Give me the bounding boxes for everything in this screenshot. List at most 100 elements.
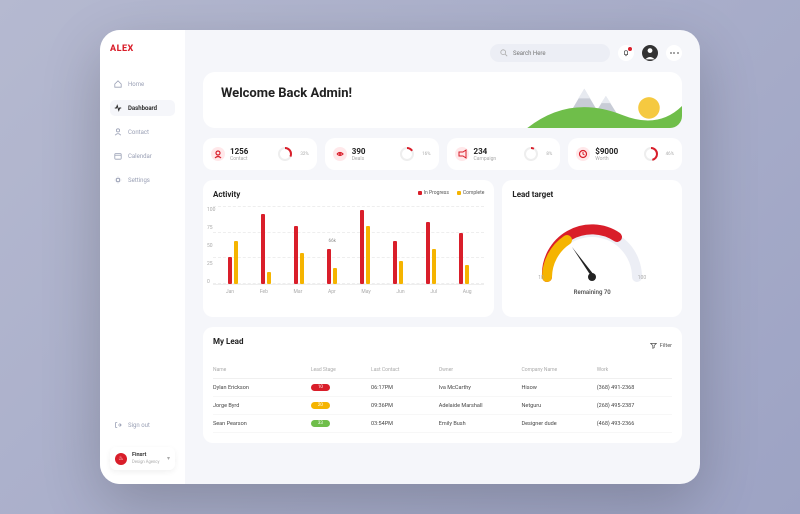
bar-inprogress	[393, 241, 397, 284]
gear-icon	[114, 176, 122, 184]
search-input[interactable]	[513, 50, 600, 57]
stat-label: Deals	[352, 156, 366, 162]
stat-pct: 46%	[666, 152, 674, 157]
stat-ring	[399, 146, 415, 162]
stat-value: 390	[352, 147, 366, 156]
bar-group[interactable]	[459, 233, 469, 284]
nav-dashboard[interactable]: Dashboard	[110, 100, 175, 116]
table-row[interactable]: Dylan Erickson 10 06:17PM Iva McCarthy H…	[213, 379, 672, 397]
nav-settings[interactable]: Settings	[110, 172, 175, 188]
bar-inprogress	[327, 249, 331, 284]
hero-banner: Welcome Back Admin!	[203, 72, 682, 128]
leads-card: My Lead Filter Name Lead Stage Last Cont…	[203, 327, 682, 443]
activity-chart: 1007550250 66k JanFebMarAprMayJunJulAug	[213, 207, 484, 307]
bar-group[interactable]	[360, 210, 370, 284]
activity-icon	[114, 104, 122, 112]
stat-ring	[523, 146, 539, 162]
chart-bars: 66k	[213, 207, 484, 285]
user-icon	[114, 128, 122, 136]
cell-company: Netguru	[522, 403, 597, 409]
stat-ring	[277, 146, 293, 162]
bar-inprogress	[459, 233, 463, 284]
legend-a: In Progress	[424, 190, 449, 196]
activity-card: Activity In Progress Complete 1007550250…	[203, 180, 494, 317]
bar-group[interactable]	[426, 222, 436, 284]
cell-last: 06:17PM	[371, 385, 439, 391]
bar-group[interactable]	[393, 241, 403, 284]
legend: In Progress Complete	[418, 190, 485, 196]
search-box[interactable]	[490, 44, 610, 62]
y-axis: 1007550250	[207, 207, 215, 285]
filter-icon	[650, 342, 657, 349]
x-tick: Aug	[463, 289, 472, 295]
topbar	[203, 44, 682, 62]
cell-name: Dylan Erickson	[213, 385, 311, 391]
logout-icon	[114, 421, 122, 429]
table-row[interactable]: Jorge Byrd 20 09:36PM Adelaide Marshall …	[213, 397, 672, 415]
x-tick: Apr	[328, 289, 336, 295]
cell-last: 03:54PM	[371, 421, 439, 427]
nav-calendar[interactable]: Calendar	[110, 148, 175, 164]
col-stage: Lead Stage	[311, 367, 371, 373]
nav: Home Dashboard Contact Calendar Settings	[110, 76, 175, 188]
nav-contact[interactable]: Contact	[110, 124, 175, 140]
stage-pill: 20	[311, 402, 330, 409]
cell-owner: Emily Bush	[439, 421, 522, 427]
col-last: Last Contact	[371, 367, 439, 373]
stat-icon	[576, 147, 590, 161]
bar-complete	[432, 249, 436, 284]
cell-name: Jorge Byrd	[213, 403, 311, 409]
stat-card[interactable]: 390Deals 16%	[325, 138, 439, 170]
nav-home[interactable]: Home	[110, 76, 175, 92]
x-tick: Jun	[396, 289, 404, 295]
signout-button[interactable]: Sign out	[110, 417, 175, 433]
bar-group[interactable]	[294, 226, 304, 285]
home-icon	[114, 80, 122, 88]
notification-button[interactable]	[618, 45, 634, 61]
table-row[interactable]: Sean Pearson 33 03:54PM Emily Bush Desig…	[213, 415, 672, 433]
nav-label: Settings	[128, 177, 150, 184]
filter-button[interactable]: Filter	[650, 342, 672, 349]
avatar[interactable]	[642, 45, 658, 61]
gauge-min: 10	[538, 275, 544, 281]
cell-last: 09:36PM	[371, 403, 439, 409]
stat-card[interactable]: $9000Worth 46%	[568, 138, 682, 170]
stat-label: Contact	[230, 156, 248, 162]
leads-table: Name Lead Stage Last Contact Owner Compa…	[213, 362, 672, 433]
more-button[interactable]	[666, 45, 682, 61]
nav-label: Home	[128, 81, 144, 88]
stat-card[interactable]: 1256Contact 32%	[203, 138, 317, 170]
notification-badge	[628, 47, 632, 51]
workspace-switcher[interactable]: ♨ Finsrt Design Agency ▾	[110, 447, 175, 470]
bar-complete	[267, 272, 271, 284]
bar-tooltip: 66k	[329, 239, 336, 244]
workspace-name: Finsrt	[132, 452, 159, 459]
signout-label: Sign out	[128, 422, 150, 429]
bar-group[interactable]: 66k	[327, 249, 337, 284]
leads-title: My Lead	[213, 337, 243, 346]
bar-complete	[333, 268, 337, 284]
col-work: Work	[597, 367, 672, 373]
target-title: Lead target	[512, 190, 672, 199]
bar-group[interactable]	[261, 214, 271, 284]
bar-complete	[399, 261, 403, 284]
stat-pct: 32%	[300, 152, 308, 157]
x-tick: May	[361, 289, 370, 295]
table-header: Name Lead Stage Last Contact Owner Compa…	[213, 362, 672, 379]
stat-card[interactable]: 234Campaign 8%	[447, 138, 561, 170]
nav-label: Dashboard	[128, 105, 157, 112]
stat-icon	[333, 147, 347, 161]
x-tick: Mar	[294, 289, 303, 295]
nav-label: Calendar	[128, 153, 152, 160]
bar-complete	[366, 226, 370, 285]
cell-company: Hisow	[522, 385, 597, 391]
bar-group[interactable]	[228, 241, 238, 284]
brand-logo[interactable]: ALEX	[110, 44, 175, 54]
workspace-sub: Design Agency	[132, 460, 159, 465]
app-shell: ALEX Home Dashboard Contact Calendar Set…	[100, 30, 700, 484]
legend-b: Complete	[463, 190, 484, 196]
bar-inprogress	[228, 257, 232, 284]
stat-value: $9000	[595, 147, 618, 156]
cell-work: (368) 491-2368	[597, 385, 672, 391]
cell-work: (468) 493-2366	[597, 421, 672, 427]
